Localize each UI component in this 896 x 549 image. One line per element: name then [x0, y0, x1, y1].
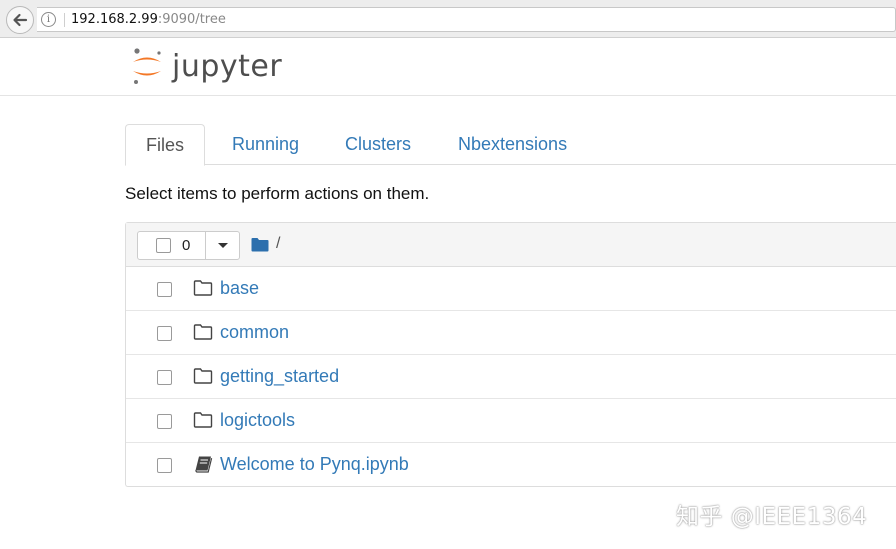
caret-down-icon — [217, 243, 228, 248]
folder-outline-icon — [193, 324, 213, 340]
folder-icon[interactable] — [251, 237, 269, 252]
breadcrumb: / — [251, 235, 280, 253]
list-item[interactable]: logictools — [126, 399, 896, 443]
browser-toolbar: i 192.168.2.99:9090/tree — [0, 0, 896, 38]
list-item[interactable]: Welcome to Pynq.ipynb — [126, 443, 896, 486]
item-checkbox[interactable] — [157, 370, 172, 385]
tab-running[interactable]: Running — [212, 124, 319, 165]
item-link[interactable]: base — [220, 278, 259, 299]
list-item[interactable]: common — [126, 311, 896, 355]
jupyter-header: jupyter — [0, 38, 896, 96]
url-host: 192.168.2.99 — [71, 12, 158, 27]
address-bar[interactable]: i 192.168.2.99:9090/tree — [37, 7, 896, 32]
folder-outline-icon — [193, 368, 213, 384]
url-path: :9090/tree — [157, 12, 226, 27]
notebook-icon — [195, 456, 213, 473]
list-item[interactable]: base — [126, 267, 896, 311]
file-list: 0 / base common getting_started logictoo… — [125, 222, 896, 487]
select-all-button[interactable]: 0 — [138, 232, 206, 259]
item-link[interactable]: logictools — [220, 410, 295, 431]
item-checkbox[interactable] — [157, 458, 172, 473]
file-list-header: 0 / — [126, 223, 896, 267]
back-arrow-icon — [13, 13, 28, 27]
item-checkbox[interactable] — [157, 414, 172, 429]
url-text[interactable]: 192.168.2.99:9090/tree — [71, 12, 226, 27]
folder-outline-icon — [193, 412, 213, 428]
breadcrumb-root[interactable]: / — [276, 235, 280, 253]
back-button[interactable] — [6, 6, 34, 34]
list-item[interactable]: getting_started — [126, 355, 896, 399]
select-dropdown-button[interactable] — [206, 232, 239, 259]
jupyter-logo-icon — [133, 48, 161, 84]
item-checkbox[interactable] — [157, 282, 172, 297]
tab-clusters[interactable]: Clusters — [325, 124, 431, 165]
item-link[interactable]: Welcome to Pynq.ipynb — [220, 454, 409, 475]
folder-outline-icon — [193, 280, 213, 296]
address-divider — [64, 12, 65, 27]
item-link[interactable]: common — [220, 322, 289, 343]
info-icon[interactable]: i — [41, 12, 56, 27]
watermark-text: 知乎 @IEEE1364 — [676, 504, 868, 530]
selected-count: 0 — [182, 237, 191, 254]
tab-nbextensions[interactable]: Nbextensions — [438, 124, 587, 165]
tab-bar: Files Running Clusters Nbextensions — [125, 124, 896, 166]
jupyter-wordmark: jupyter — [172, 48, 283, 84]
select-all-group: 0 — [137, 231, 240, 260]
tab-files[interactable]: Files — [125, 124, 206, 166]
jupyter-logo[interactable]: jupyter — [130, 46, 282, 86]
select-all-checkbox[interactable] — [156, 238, 171, 253]
item-link[interactable]: getting_started — [220, 366, 339, 387]
instructions-text: Select items to perform actions on them. — [125, 184, 430, 203]
item-checkbox[interactable] — [157, 326, 172, 341]
